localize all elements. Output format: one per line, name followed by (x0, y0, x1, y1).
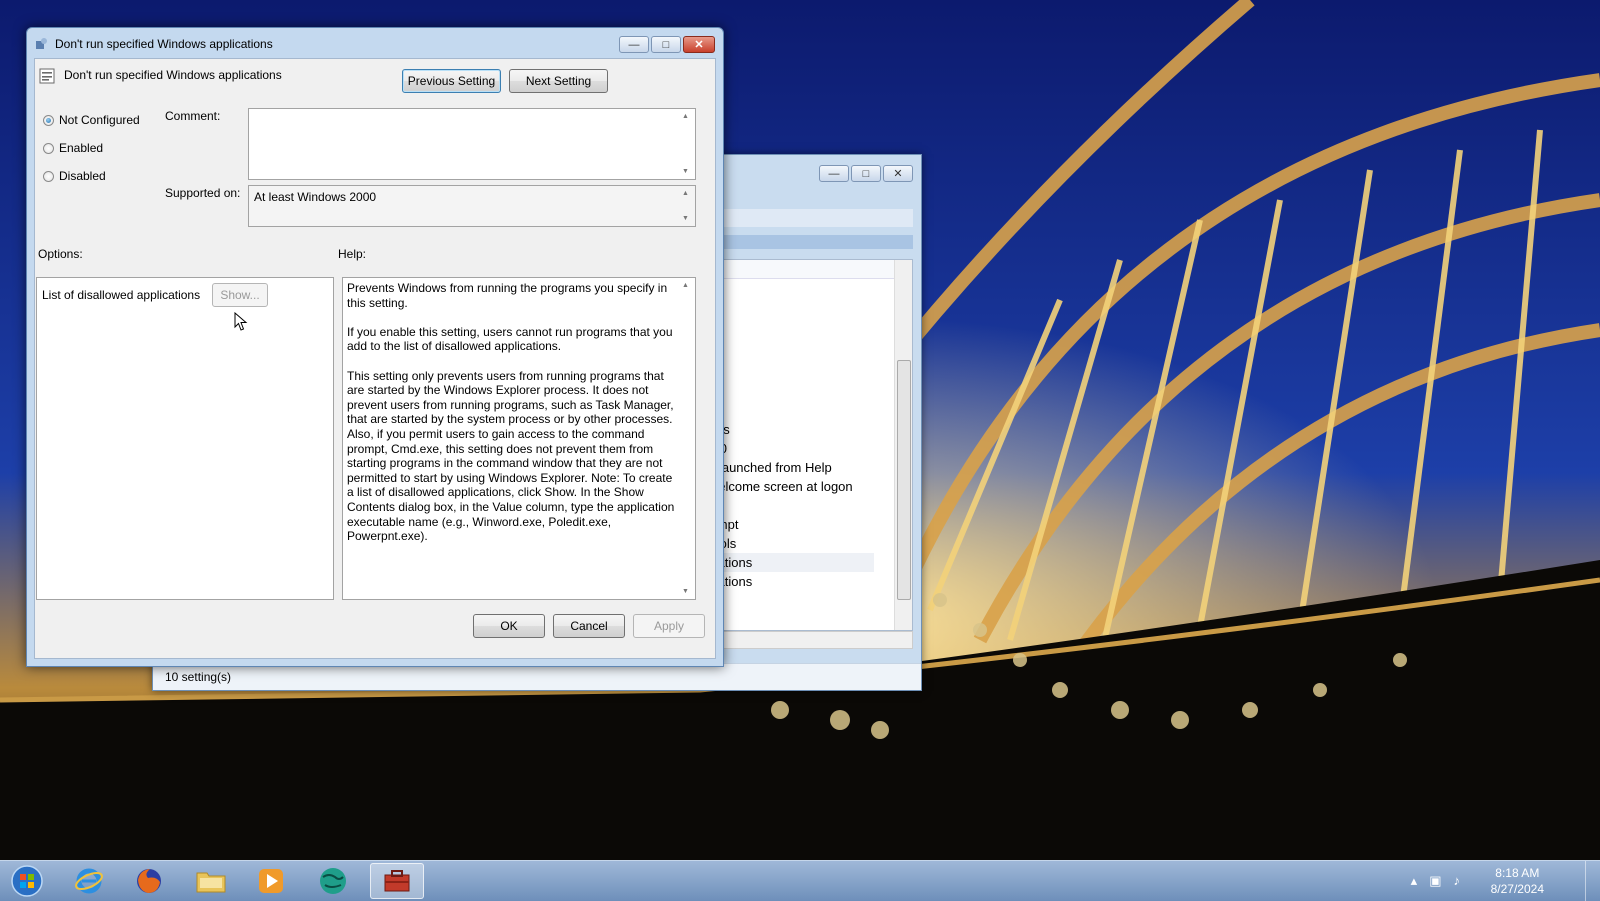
cancel-button[interactable]: Cancel (553, 614, 625, 638)
scroll-down-icon[interactable]: ▼ (682, 588, 689, 595)
bg-minimize-button[interactable]: — (819, 165, 849, 182)
policy-app-icon (36, 38, 47, 49)
options-label: Options: (38, 247, 83, 261)
bg-toolbar (693, 209, 913, 227)
minimize-button[interactable]: — (619, 36, 649, 53)
radio-not-configured[interactable]: Not Configured (43, 113, 140, 127)
help-label: Help: (338, 247, 367, 261)
windows-start-orb-icon (11, 865, 43, 897)
dialog-titlebar[interactable]: Don't run specified Windows applications… (27, 28, 723, 58)
radio-label: Disabled (59, 169, 106, 183)
comment-field[interactable]: ▲ ▼ (248, 108, 696, 180)
supported-on-value: At least Windows 2000 (254, 190, 377, 204)
setting-icon (39, 68, 55, 84)
help-panel: Prevents Windows from running the progra… (342, 277, 696, 600)
bg-status-bar: 10 setting(s) (153, 663, 921, 690)
options-panel: List of disallowed applications Show... (36, 277, 334, 600)
setting-name: Don't run specified Windows applications (64, 68, 282, 82)
clock[interactable]: 8:18 AM 8/27/2024 (1491, 865, 1544, 897)
network-icon[interactable]: ▣ (1429, 873, 1441, 889)
radio-disabled[interactable]: Disabled (43, 169, 106, 183)
next-setting-button[interactable]: Next Setting (509, 69, 608, 93)
maximize-icon: □ (662, 38, 670, 51)
taskbar-firefox[interactable] (122, 863, 176, 899)
bg-scroll-thumb[interactable] (897, 360, 911, 600)
scroll-up-icon[interactable]: ▲ (682, 282, 689, 289)
clock-date: 8/27/2024 (1490, 882, 1544, 896)
supported-on-label: Supported on: (165, 186, 241, 200)
radio-label: Not Configured (59, 113, 140, 127)
radio-enabled[interactable]: Enabled (43, 141, 103, 155)
minimize-icon: — (628, 38, 640, 51)
option-list-label: List of disallowed applications (42, 288, 201, 302)
bg-column-header (694, 260, 912, 279)
volume-muted-icon[interactable]: ♪ (1454, 873, 1461, 889)
bg-horizontal-scrollbar[interactable] (693, 631, 913, 649)
radio-dot (43, 142, 54, 154)
supported-scrollbar[interactable]: ▲ ▼ (678, 186, 695, 226)
scroll-up-icon[interactable]: ▲ (682, 113, 689, 120)
comment-label: Comment: (165, 109, 221, 123)
taskbar-media-player[interactable] (244, 863, 298, 899)
folder-icon (196, 872, 226, 893)
scroll-up-icon[interactable]: ▲ (682, 190, 689, 197)
close-icon: ✕ (694, 39, 704, 51)
bg-caption-buttons: — □ ✕ (819, 165, 913, 182)
show-desktop-button[interactable] (1585, 861, 1600, 901)
minimize-icon: — (828, 167, 840, 180)
taskbar-browser-globe[interactable] (306, 863, 360, 899)
help-paragraph: Prevents Windows from running the progra… (347, 281, 668, 310)
system-tray: ▴ ▣ ♪ (1411, 873, 1460, 889)
media-player-icon (259, 869, 283, 893)
previous-setting-button[interactable]: Previous Setting (402, 69, 501, 93)
clock-time: 8:18 AM (1495, 866, 1540, 880)
taskbar-group-policy-editor[interactable] (370, 863, 424, 899)
help-paragraph: This setting only prevents users from ru… (347, 368, 675, 544)
scroll-down-icon[interactable]: ▼ (682, 215, 689, 222)
taskbar-file-explorer[interactable] (184, 863, 238, 899)
maximize-icon: □ (862, 167, 870, 180)
group-policy-editor-icon (384, 870, 410, 892)
close-icon: ✕ (893, 168, 903, 180)
bg-vertical-scrollbar[interactable] (894, 260, 912, 630)
status-text: 10 setting(s) (165, 670, 232, 684)
ok-button[interactable]: OK (473, 614, 545, 638)
firefox-icon (137, 869, 161, 893)
globe-icon (320, 868, 346, 894)
show-button[interactable]: Show... (212, 283, 268, 307)
help-text: Prevents Windows from running the progra… (347, 281, 677, 558)
close-button[interactable]: ✕ (683, 36, 715, 53)
dialog-client: Don't run specified Windows applications… (34, 58, 716, 659)
bg-settings-list[interactable]: nents2000ing launched from Helpd welcome… (693, 259, 913, 631)
radio-label: Enabled (59, 141, 104, 155)
bg-close-button[interactable]: ✕ (883, 165, 913, 182)
taskbar: ▴ ▣ ♪ 8:18 AM 8/27/2024 (0, 860, 1600, 901)
maximize-button[interactable]: □ (651, 36, 681, 53)
internet-explorer-icon (75, 868, 103, 894)
help-scrollbar[interactable]: ▲ ▼ (678, 278, 695, 599)
comment-scrollbar[interactable]: ▲ ▼ (678, 109, 695, 179)
policy-setting-dialog: Don't run specified Windows applications… (26, 27, 724, 667)
scroll-down-icon[interactable]: ▼ (682, 168, 689, 175)
radio-dot (43, 170, 54, 182)
dialog-caption-buttons: — □ ✕ (619, 36, 715, 53)
radio-dot (43, 114, 54, 126)
show-hidden-icons-icon[interactable]: ▴ (1411, 873, 1418, 889)
dialog-title: Don't run specified Windows applications (55, 37, 273, 51)
help-paragraph: If you enable this setting, users cannot… (347, 324, 673, 354)
taskbar-internet-explorer[interactable] (62, 863, 116, 899)
apply-button[interactable]: Apply (633, 614, 705, 638)
start-button[interactable] (0, 863, 54, 899)
supported-on-field: At least Windows 2000 ▲ ▼ (248, 185, 696, 227)
bg-header-band (693, 235, 913, 249)
bg-maximize-button[interactable]: □ (851, 165, 881, 182)
mouse-pointer-icon (234, 312, 248, 331)
